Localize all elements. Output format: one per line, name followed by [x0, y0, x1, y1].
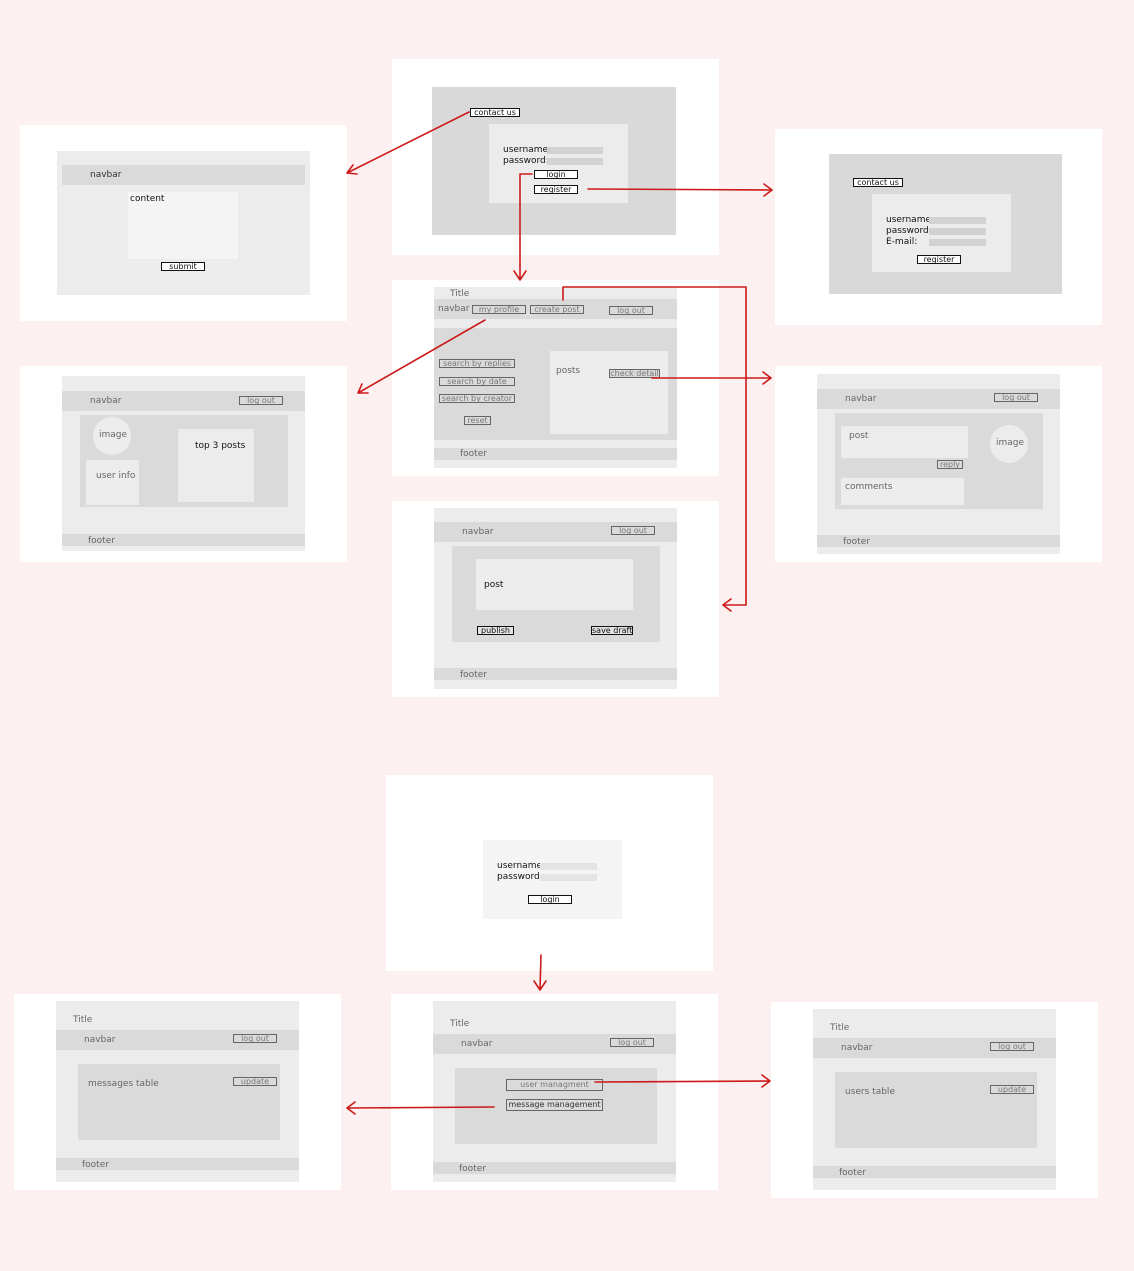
- arrow-my-profile: [357, 319, 486, 394]
- arrow-user-management: [594, 1074, 771, 1088]
- arrow-message-management: [346, 1101, 495, 1115]
- arrow-create-post: [562, 286, 747, 612]
- arrow-admin-login: [533, 954, 547, 991]
- arrow-contact: [346, 111, 470, 175]
- flow-arrows: [346, 111, 773, 1115]
- arrow-register: [587, 183, 773, 197]
- arrow-check-detail: [651, 371, 772, 385]
- arrow-login: [513, 173, 533, 281]
